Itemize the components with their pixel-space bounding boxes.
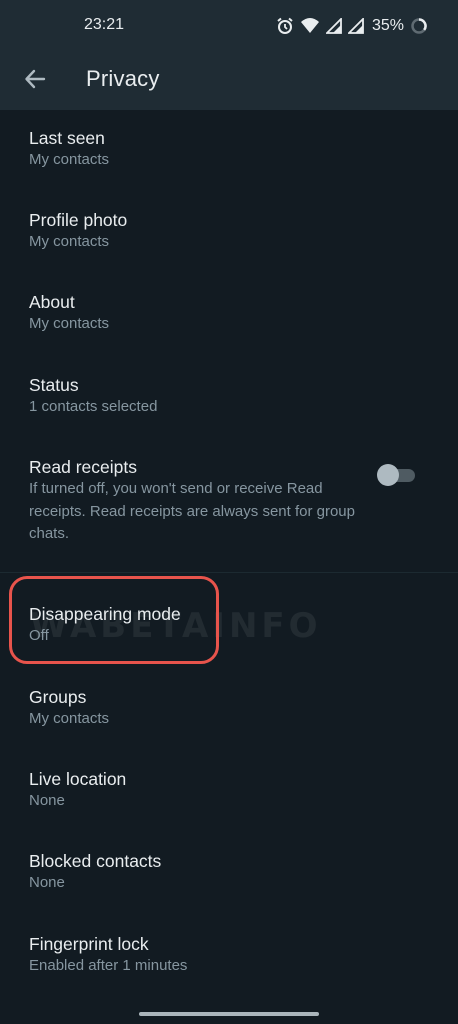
setting-title: Groups — [29, 687, 87, 707]
setting-status[interactable]: Status 1 contacts selected — [29, 374, 157, 418]
setting-title: Status — [29, 375, 79, 395]
toggle-thumb — [377, 464, 399, 486]
setting-title: Blocked contacts — [29, 851, 162, 871]
status-time: 23:21 — [84, 16, 125, 33]
setting-value: My contacts — [29, 315, 110, 332]
signal-icon — [325, 18, 342, 34]
gesture-nav-handle[interactable] — [139, 1012, 319, 1016]
wifi-icon — [300, 17, 320, 35]
alarm-icon — [276, 17, 294, 35]
read-receipts-toggle[interactable] — [377, 464, 417, 486]
setting-live-location[interactable]: Live location None — [29, 768, 126, 812]
setting-about[interactable]: About My contacts — [29, 291, 109, 335]
setting-value: None — [29, 792, 65, 809]
setting-title: Read receipts — [29, 457, 137, 477]
status-icons: 35% — [276, 16, 428, 36]
signal-icon — [347, 18, 364, 34]
setting-value: My contacts — [29, 151, 110, 168]
setting-value: My contacts — [29, 710, 110, 727]
setting-title: Last seen — [29, 128, 105, 148]
setting-description: If turned off, you won't send or receive… — [29, 480, 355, 542]
setting-blocked-contacts[interactable]: Blocked contacts None — [29, 850, 161, 894]
setting-value: Enabled after 1 minutes — [29, 957, 188, 974]
divider — [0, 572, 458, 573]
setting-value: My contacts — [29, 233, 110, 250]
setting-title: Profile photo — [29, 210, 128, 230]
setting-groups[interactable]: Groups My contacts — [29, 686, 109, 730]
setting-title: Fingerprint lock — [29, 934, 149, 954]
setting-read-receipts[interactable]: Read receipts If turned off, you won't s… — [29, 456, 359, 546]
setting-value: 1 contacts selected — [29, 398, 158, 415]
setting-last-seen[interactable]: Last seen My contacts — [29, 127, 109, 171]
setting-fingerprint-lock[interactable]: Fingerprint lock Enabled after 1 minutes — [29, 933, 187, 977]
highlight-annotation — [9, 576, 219, 664]
battery-icon — [410, 17, 428, 35]
setting-title: Live location — [29, 769, 127, 789]
setting-title: About — [29, 292, 75, 312]
status-bar: 23:21 35% — [0, 0, 458, 52]
app-bar: Privacy — [0, 52, 458, 110]
setting-profile-photo[interactable]: Profile photo My contacts — [29, 209, 127, 253]
arrow-left-icon — [24, 68, 46, 95]
page-title: Privacy — [86, 66, 160, 91]
battery-percentage: 35% — [371, 17, 404, 34]
setting-value: None — [29, 874, 65, 891]
back-button[interactable] — [18, 64, 52, 98]
